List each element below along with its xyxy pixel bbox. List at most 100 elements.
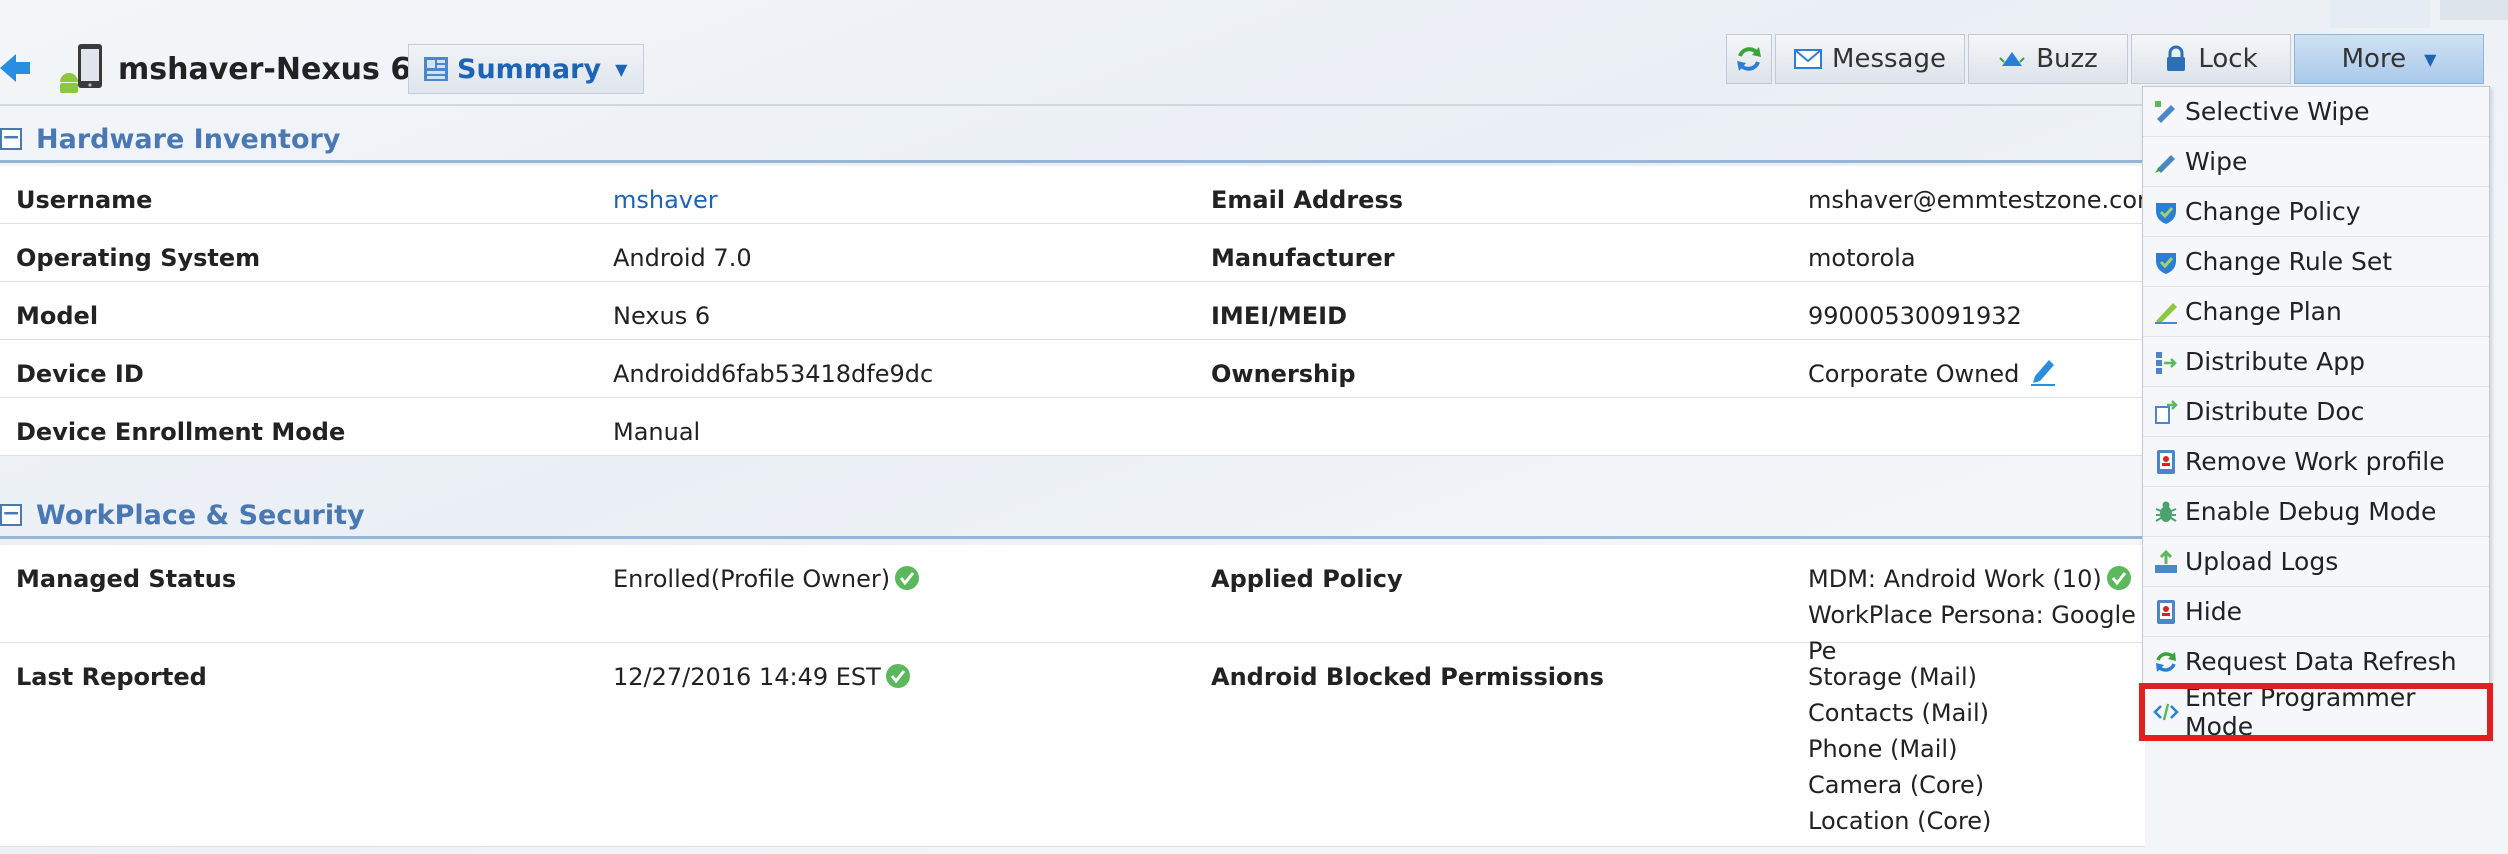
header-divider (0, 104, 2145, 106)
message-button[interactable]: Message (1775, 34, 1965, 84)
field-value: Enrolled(Profile Owner) (613, 565, 891, 593)
plan-icon (2155, 302, 2177, 324)
refresh-icon (2156, 651, 2176, 672)
menu-item-selective-wipe[interactable]: Selective Wipe (2143, 87, 2489, 137)
envelope-icon (1794, 49, 1823, 69)
field-label: Email Address (1211, 186, 1404, 214)
menu-item-request-data-refresh[interactable]: Request Data Refresh (2143, 637, 2489, 687)
menu-item-change-plan[interactable]: Change Plan (2143, 287, 2489, 337)
menu-item-upload-logs[interactable]: Upload Logs (2143, 537, 2489, 587)
field-value: Manual (613, 418, 701, 446)
permission-item: Camera (Core) (1808, 771, 1985, 799)
menu-item-distribute-app[interactable]: Distribute App (2143, 337, 2489, 387)
edit-pencil-icon[interactable] (2029, 356, 2057, 386)
menu-item-label: Remove Work profile (2185, 447, 2445, 476)
field-value: Android 7.0 (613, 244, 752, 272)
table-row: Device Enrollment Mode Manual (0, 398, 2145, 456)
workplace-security-header: − WorkPlace & Security (0, 496, 2145, 539)
blocked-permissions-list: Storage (Mail) Contacts (Mail) Phone (Ma… (1808, 659, 1991, 839)
menu-item-remove-work-profile[interactable]: Remove Work profile (2143, 437, 2489, 487)
message-label: Message (1832, 44, 1946, 74)
field-label: Device ID (16, 360, 144, 388)
device-header: mshaver-Nexus 6 Summary ▼ Message Buzz L… (0, 0, 2508, 104)
ownership-value: Corporate Owned (1808, 356, 2057, 392)
field-label: Applied Policy (1211, 565, 1403, 593)
summary-label: Summary (457, 53, 602, 85)
green-check-icon (895, 566, 920, 590)
summary-view-dropdown[interactable]: Summary ▼ (408, 44, 644, 94)
collapse-toggle-icon[interactable]: − (0, 503, 22, 526)
field-value: Nexus 6 (613, 302, 711, 330)
field-label: IMEI/MEID (1211, 302, 1348, 330)
buzz-label: Buzz (2036, 44, 2098, 74)
table-row: Operating System Android 7.0 Manufacture… (0, 224, 2145, 282)
menu-item-label: Change Policy (2185, 197, 2361, 226)
field-label: Username (16, 186, 153, 214)
more-label: More (2341, 44, 2407, 74)
field-value: mshaver@emmtestzone.com (1808, 186, 2161, 214)
menu-item-label: Upload Logs (2185, 547, 2339, 576)
field-label: Managed Status (16, 565, 237, 593)
lock-button[interactable]: Lock (2131, 34, 2291, 84)
collapse-toggle-icon[interactable]: − (0, 127, 22, 150)
summary-grid-icon (424, 57, 448, 81)
menu-item-label: Enter Programmer Mode (2185, 682, 2416, 741)
upload-logs-icon (2155, 549, 2177, 573)
permission-item: Location (Core) (1808, 807, 1992, 835)
remove-work-profile-icon (2157, 449, 2175, 474)
device-name: mshaver-Nexus 6 (118, 52, 412, 87)
more-actions-button[interactable]: More ▼ (2294, 34, 2484, 84)
table-row: Managed Status Enrolled(Profile Owner) A… (0, 545, 2145, 665)
section-title: Hardware Inventory (36, 124, 341, 155)
device-action-toolbar: Message Buzz Lock More ▼ (1726, 34, 2487, 84)
menu-item-distribute-doc[interactable]: Distribute Doc (2143, 387, 2489, 437)
buzz-button[interactable]: Buzz (1968, 34, 2128, 84)
last-reported-value: 12/27/2016 14:49 EST (613, 659, 911, 695)
menu-item-label: Distribute App (2185, 347, 2365, 376)
menu-item-label: Change Plan (2185, 297, 2342, 326)
menu-item-label: Enable Debug Mode (2185, 497, 2437, 526)
green-check-icon (885, 664, 910, 688)
wipe-icon (2155, 154, 2175, 173)
field-label: Device Enrollment Mode (16, 418, 346, 446)
hide-icon (2157, 599, 2175, 624)
debug-bug-icon (2155, 501, 2177, 522)
lock-icon (2167, 45, 2186, 71)
table-row: Model Nexus 6 IMEI/MEID 99000530091932 (0, 282, 2145, 340)
field-value: 12/27/2016 14:49 EST (613, 663, 881, 691)
field-value: Androidd6fab53418dfe9dc (613, 360, 934, 388)
chevron-down-icon: ▼ (2424, 49, 2437, 69)
field-label: Android Blocked Permissions (1211, 663, 1604, 691)
refresh-button[interactable] (1726, 34, 1772, 84)
permission-item: Phone (Mail) (1808, 735, 1958, 763)
field-label: Ownership (1211, 360, 1356, 388)
menu-item-label: Request Data Refresh (2185, 647, 2457, 676)
back-arrow-icon[interactable] (0, 50, 30, 86)
managed-status-value: Enrolled(Profile Owner) (613, 561, 920, 597)
field-value: 99000530091932 (1808, 302, 2022, 330)
menu-item-enable-debug-mode[interactable]: Enable Debug Mode (2143, 487, 2489, 537)
table-row: Last Reported 12/27/2016 14:49 EST Andro… (0, 643, 2145, 847)
menu-item-change-rule-set[interactable]: Change Rule Set (2143, 237, 2489, 287)
hardware-inventory-header: − Hardware Inventory (0, 120, 2145, 163)
menu-item-label: Selective Wipe (2185, 97, 2370, 126)
green-check-icon (2106, 566, 2131, 590)
code-brackets-icon (2153, 703, 2179, 720)
menu-item-enter-programmer-mode[interactable]: Enter Programmer Mode (2139, 683, 2493, 741)
distribute-doc-icon (2155, 399, 2178, 424)
username-link[interactable]: mshaver (613, 182, 718, 218)
menu-item-change-policy[interactable]: Change Policy (2143, 187, 2489, 237)
policy-shield-icon (2156, 202, 2176, 224)
menu-item-label: Hide (2185, 597, 2242, 626)
permission-item: Storage (Mail) (1808, 663, 1978, 691)
refresh-icon (1737, 47, 1761, 71)
buzz-icon (1999, 52, 2025, 66)
hardware-inventory-table: Username mshaver Email Address mshaver@e… (0, 166, 2160, 456)
selective-wipe-icon (2155, 100, 2175, 123)
policy-name: MDM: Android Work (10) (1808, 565, 2102, 593)
menu-item-wipe[interactable]: Wipe (2143, 137, 2489, 187)
rule-set-shield-icon (2156, 252, 2176, 274)
menu-item-hide[interactable]: Hide (2143, 587, 2489, 637)
field-label: Manufacturer (1211, 244, 1395, 272)
field-value: Corporate Owned (1808, 360, 2020, 388)
